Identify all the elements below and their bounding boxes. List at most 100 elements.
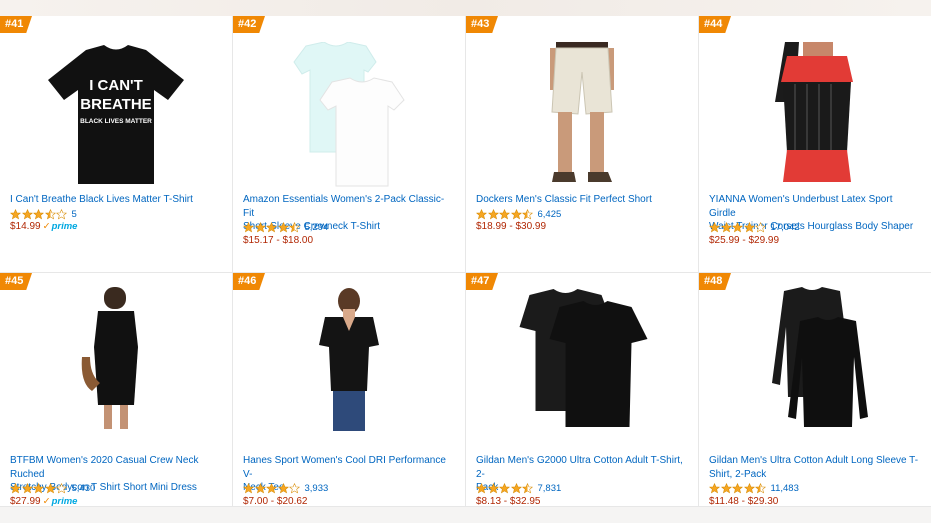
bottom-strip [0,507,931,523]
product-title[interactable]: Dockers Men's Classic Fit Perfect Short [476,193,686,207]
review-count[interactable]: 7,831 [538,483,562,494]
star-icon [21,482,33,493]
star-icon [499,208,510,219]
rank-badge: #43 [466,16,498,33]
star-icon [243,221,254,232]
product-card[interactable]: #47 Gildan Men's G2000 Ultra Cotton Adul… [466,273,699,507]
product-title-line[interactable]: I Can't Breathe Black Lives Matter T-Shi… [10,193,220,207]
product-title-line[interactable]: Shirt, 2-Pack [709,468,919,482]
product-image[interactable] [765,42,865,187]
star-icon [277,221,289,232]
product-title-line[interactable]: Dockers Men's Classic Fit Perfect Short [476,193,686,207]
product-rating[interactable]: 6,425 [476,208,561,220]
review-count[interactable]: 5,430 [72,483,96,494]
star-icon [21,208,33,219]
rank-badge: #44 [699,16,731,33]
review-count[interactable]: 6,425 [538,209,562,220]
product-title-line[interactable]: Hanes Sport Women's Cool DRI Performance… [243,454,453,481]
rank-badge: #41 [0,16,32,33]
product-title[interactable]: I Can't Breathe Black Lives Matter T-Shi… [10,193,220,207]
product-price: $14.99 ✓prime [10,220,77,233]
star-icon [33,208,44,219]
review-count[interactable]: 3,933 [305,483,329,494]
star-icon [289,221,300,232]
review-count[interactable]: 17,042 [771,222,800,233]
product-image[interactable] [760,287,870,432]
star-rating[interactable] [243,221,301,233]
star-rating[interactable] [476,482,534,494]
star-icon [476,482,487,493]
product-rating[interactable]: 5 [10,208,77,220]
product-image[interactable] [309,287,389,432]
product-card[interactable]: #43 Dockers Men's Classic Fit Perfect Sh… [466,16,699,273]
price-value: $14.99 [10,221,41,232]
product-title-line[interactable]: Gildan Men's G2000 Ultra Cotton Adult T-… [476,454,686,481]
star-icon [499,482,510,493]
star-icon [44,482,56,493]
shirt-text-line1: I CAN'T [89,77,143,94]
product-title-line[interactable]: Amazon Essentials Women's 2-Pack Classic… [243,193,453,220]
product-image[interactable] [76,287,156,432]
product-price: $18.99 - $30.99 [476,220,546,233]
product-rating[interactable]: 17,042 [709,221,800,233]
product-image[interactable] [542,42,622,187]
price-value: $25.99 - $29.99 [709,235,780,246]
product-title-line[interactable]: Gildan Men's Ultra Cotton Adult Long Sle… [709,454,919,468]
star-icon [266,221,277,232]
product-rating[interactable]: 11,483 [709,482,799,494]
price-value: $11.48 - $29.30 [709,496,779,507]
star-icon [732,482,743,493]
star-icon [522,208,533,219]
product-image[interactable] [284,42,414,187]
product-rating[interactable]: 5,430 [10,482,95,494]
rank-badge: #48 [699,273,731,290]
star-rating[interactable] [709,221,767,233]
star-icon [510,482,522,493]
star-rating[interactable] [243,482,301,494]
product-rating[interactable]: 7,831 [476,482,561,494]
star-icon [243,482,254,493]
product-rating[interactable]: 3,933 [243,482,328,494]
prime-badge-icon: ✓prime [42,496,78,507]
product-card[interactable]: #48 Gildan Men's Ultra Cotton Adult Long… [699,273,931,507]
star-icon [44,208,56,219]
star-rating[interactable] [709,482,767,494]
product-title[interactable]: Gildan Men's Ultra Cotton Adult Long Sle… [709,454,919,481]
rank-badge: #45 [0,273,32,290]
product-card[interactable]: #44 YIANNA Women's Underbust Latex Sport… [699,16,931,273]
product-price: $11.48 - $29.30 [709,495,779,507]
product-title-line[interactable]: YIANNA Women's Underbust Latex Sport Gir… [709,193,919,220]
price-value: $27.99 [10,496,41,507]
star-icon [522,482,533,493]
shirt-text-line2: BREATHE [80,96,151,113]
product-card[interactable]: #46 Hanes Sport Women's Cool DRI Perform… [233,273,466,507]
star-icon [743,482,755,493]
star-icon [720,221,732,232]
product-rating[interactable]: 5,294 [243,221,328,233]
product-image[interactable] [510,287,655,432]
product-card[interactable]: #42 Amazon Essentials Women's 2-Pack Cla… [233,16,466,273]
price-value: $8.13 - $32.95 [476,496,541,507]
price-value: $18.99 - $30.99 [476,221,547,232]
prime-check-icon: ✓ [42,221,51,232]
price-value: $7.00 - $20.62 [243,496,308,507]
rank-badge: #47 [466,273,498,290]
product-image[interactable]: I CAN'T BREATHE BLACK LIVES MATTER [46,42,186,187]
review-count[interactable]: 5 [72,209,77,220]
prime-check-icon: ✓ [42,496,51,507]
product-card[interactable]: #45 BTFBM Women's 2020 Casual Crew Neck … [0,273,233,507]
star-icon [266,482,277,493]
review-count[interactable]: 11,483 [771,483,799,494]
product-title-line[interactable]: BTFBM Women's 2020 Casual Crew Neck Ruch… [10,454,220,481]
product-card[interactable]: #41 I CAN'T BREATHE BLACK LIVES MATTER I… [0,16,233,273]
star-icon [755,221,766,232]
best-sellers-grid: #41 I CAN'T BREATHE BLACK LIVES MATTER I… [0,16,931,507]
star-rating[interactable] [476,208,534,220]
star-icon [720,482,732,493]
rank-badge: #46 [233,273,265,290]
star-icon [56,208,67,219]
star-rating[interactable] [10,482,68,494]
star-rating[interactable] [10,208,68,220]
review-count[interactable]: 5,294 [305,222,329,233]
top-strip [0,0,931,16]
